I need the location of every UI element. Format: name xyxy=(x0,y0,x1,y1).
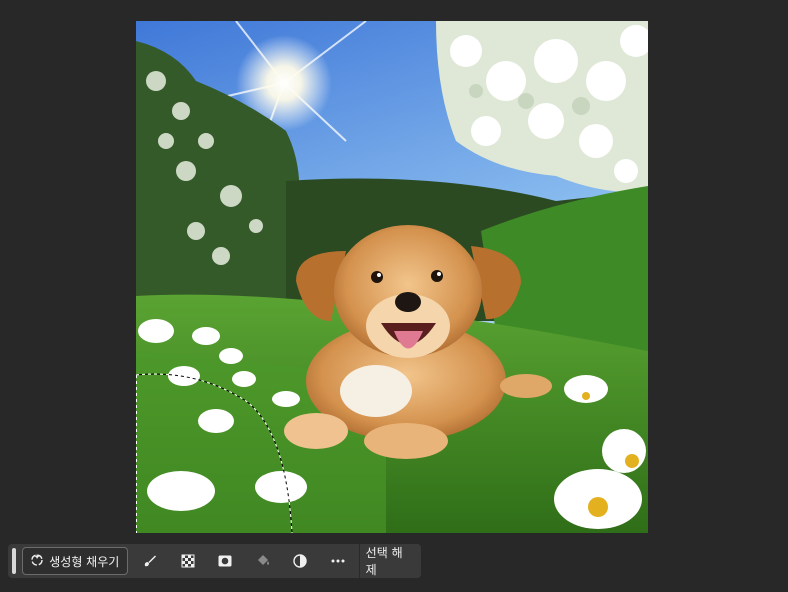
contextual-taskbar: 생성형 채우기 선택 해제 xyxy=(8,544,422,578)
document-canvas[interactable] xyxy=(136,21,648,533)
invert-button[interactable] xyxy=(282,547,320,575)
brush-icon xyxy=(145,555,157,567)
mask-icon xyxy=(218,555,232,567)
brush-button[interactable] xyxy=(132,547,170,575)
more-options-icon xyxy=(331,559,345,563)
taskbar-drag-handle[interactable] xyxy=(12,548,16,574)
transparency-button[interactable] xyxy=(169,547,207,575)
paint-bucket-icon xyxy=(257,555,269,565)
transparency-checker-icon xyxy=(181,554,195,568)
invert-contrast-icon xyxy=(293,554,308,568)
generative-fill-label: 생성형 채우기 xyxy=(49,554,120,569)
paint-bucket-button[interactable] xyxy=(244,547,282,575)
lasso-selection xyxy=(136,373,293,533)
mask-button[interactable] xyxy=(207,547,245,575)
generative-fill-button[interactable]: 생성형 채우기 xyxy=(21,547,128,575)
deselect-button[interactable]: 선택 해제 xyxy=(359,544,422,578)
more-options-button[interactable] xyxy=(319,547,357,575)
deselect-label: 선택 해제 xyxy=(365,546,403,577)
generative-fill-icon xyxy=(30,553,44,570)
